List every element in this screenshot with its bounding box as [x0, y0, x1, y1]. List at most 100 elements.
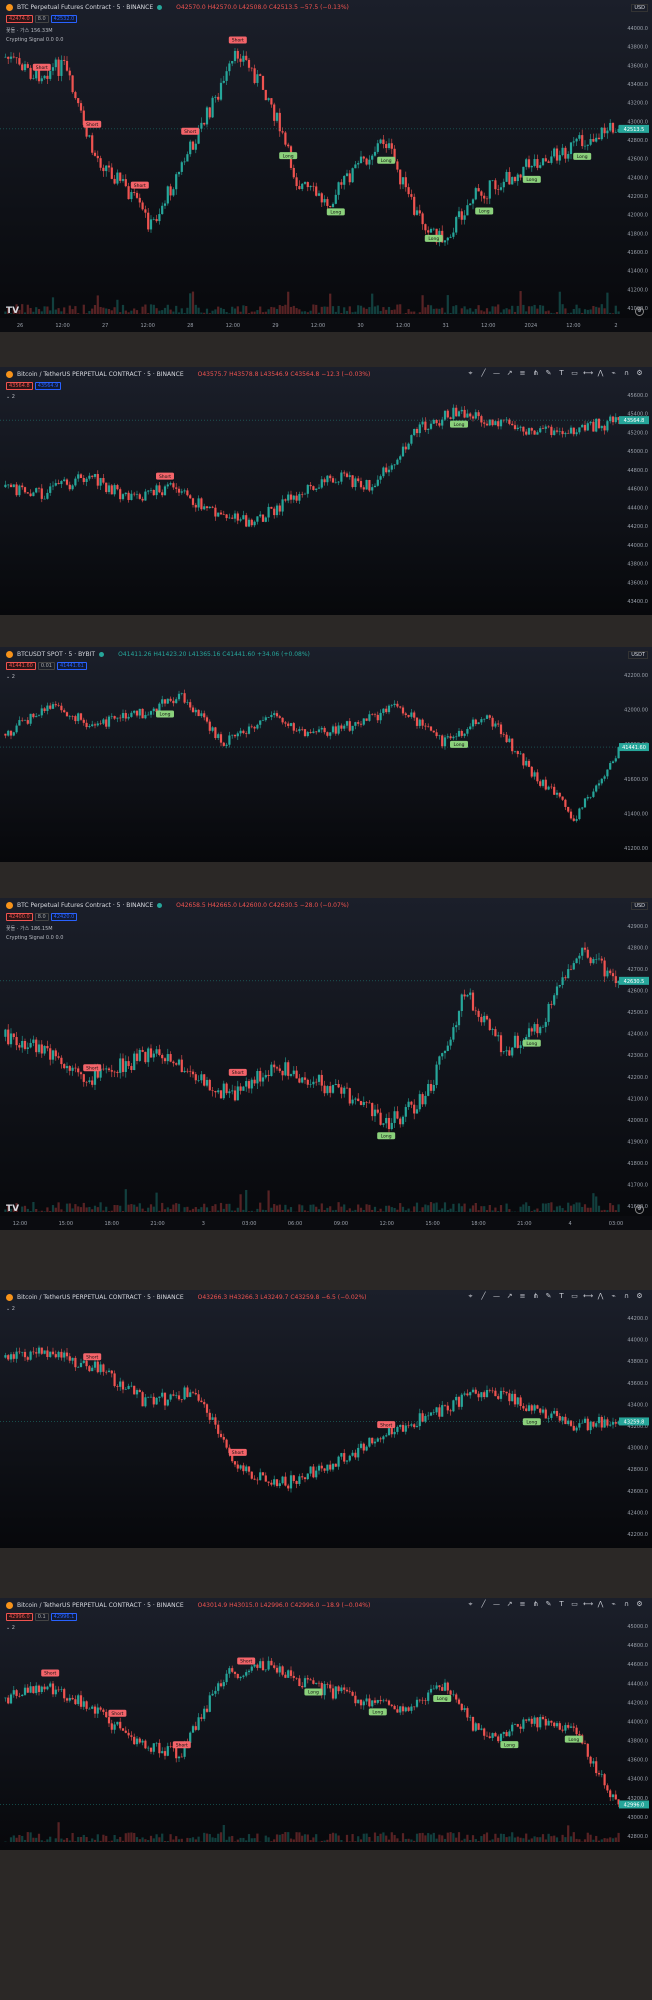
rectangle-icon[interactable]: ▭: [570, 1600, 579, 1609]
indicator-volume[interactable]: 꽃돌 · 가스 186.15M: [6, 925, 53, 932]
horizontal-line-icon[interactable]: —: [492, 1292, 501, 1301]
chart-panel-4[interactable]: 42900.0 42800.0 42700.0 42600.0 42500.0 42400…: [0, 898, 652, 1230]
buy-button[interactable]: 42532.0: [50, 15, 78, 23]
gear-icon[interactable]: ⚙: [635, 369, 644, 378]
horizontal-line-icon[interactable]: —: [492, 369, 501, 378]
symbol-title[interactable]: BTC Perpetual Futures Contract · 5 · BIN…: [17, 902, 153, 909]
pitchfork-icon[interactable]: ⋔: [531, 1600, 540, 1609]
magnet-icon[interactable]: ∩: [622, 1600, 631, 1609]
candle: [385, 1435, 388, 1437]
chart-settings-icon[interactable]: ⚙: [635, 1205, 644, 1214]
text-icon[interactable]: T: [557, 1600, 566, 1609]
candle: [124, 1389, 127, 1390]
symbol-title[interactable]: Bitcoin / TetherUS PERPETUAL CONTRACT · …: [17, 1602, 184, 1609]
ray-icon[interactable]: ↗: [505, 1600, 514, 1609]
text-icon[interactable]: T: [557, 1292, 566, 1301]
indicator-toggle[interactable]: ⌄ 2: [6, 1625, 15, 1631]
trendline-icon[interactable]: ╱: [479, 1292, 488, 1301]
gear-icon[interactable]: ⚙: [635, 1600, 644, 1609]
chart-panel-1[interactable]: 44000.0 43800.0 43600.0 43400.0 43200.0 43000…: [0, 0, 652, 332]
buy-button[interactable]: 42996.1: [50, 1613, 78, 1621]
indicator-toggle[interactable]: ⌄ 2: [6, 394, 15, 400]
indicator-crypting-signal[interactable]: Crypting Signal 0.0 0.0: [6, 935, 63, 941]
buy-button[interactable]: 43564.9: [34, 382, 62, 390]
pitchfork-icon[interactable]: ⋔: [531, 369, 540, 378]
symbol-title[interactable]: Bitcoin / TetherUS PERPETUAL CONTRACT · …: [17, 1294, 184, 1301]
candle: [250, 67, 253, 69]
candle: [102, 478, 105, 483]
candle: [43, 75, 46, 79]
candle: [597, 958, 601, 960]
candlestick-chart[interactable]: 42200.0042000.0041800.0041600.0041400.00…: [0, 647, 652, 862]
candle: [222, 1682, 225, 1687]
sell-button[interactable]: 43564.8: [6, 382, 33, 390]
symbol-title[interactable]: Bitcoin / TetherUS PERPETUAL CONTRACT · …: [17, 371, 184, 378]
rectangle-icon[interactable]: ▭: [570, 369, 579, 378]
chart-settings-icon[interactable]: ⚙: [635, 307, 644, 316]
currency-badge[interactable]: USD: [631, 902, 648, 910]
pattern-icon[interactable]: ⋀: [596, 1600, 605, 1609]
forecast-icon[interactable]: ⌁: [609, 369, 618, 378]
magnet-icon[interactable]: ∩: [622, 1292, 631, 1301]
candle: [21, 1351, 24, 1353]
chart-panel-2[interactable]: 45600.0 45400.0 45200.0 45000.0 44800.0 44600…: [0, 367, 652, 615]
chart-panel-5[interactable]: 44200.0 44000.0 43800.0 43600.0 43400.0 43200…: [0, 1290, 652, 1548]
measure-icon[interactable]: ⟷: [583, 1292, 593, 1301]
sell-button[interactable]: 41441.60: [6, 662, 36, 670]
cursor-icon[interactable]: ⌖: [466, 1600, 475, 1609]
candle: [516, 174, 519, 182]
currency-badge[interactable]: USD: [631, 4, 648, 12]
gear-icon[interactable]: ⚙: [635, 1292, 644, 1301]
indicator-crypting-signal[interactable]: Crypting Signal 0.0 0.0: [6, 37, 63, 43]
cursor-icon[interactable]: ⌖: [466, 1292, 475, 1301]
indicator-volume[interactable]: 꽃돌 · 가스 156.33M: [6, 27, 53, 34]
pattern-icon[interactable]: ⋀: [596, 1292, 605, 1301]
brush-icon[interactable]: ✎: [544, 1292, 553, 1301]
magnet-icon[interactable]: ∩: [622, 369, 631, 378]
pattern-icon[interactable]: ⋀: [596, 369, 605, 378]
buy-button[interactable]: 41441.61: [57, 662, 87, 670]
cursor-icon[interactable]: ⌖: [466, 369, 475, 378]
candle: [572, 963, 575, 970]
indicator-toggle[interactable]: ⌄ 2: [6, 1306, 15, 1312]
sell-button[interactable]: 42400.0: [6, 913, 33, 921]
ray-icon[interactable]: ↗: [505, 1292, 514, 1301]
candlestick-chart[interactable]: 44200.044000.043800.043600.043400.043200…: [0, 1290, 652, 1548]
ray-icon[interactable]: ↗: [505, 369, 514, 378]
trendline-icon[interactable]: ╱: [479, 369, 488, 378]
text-icon[interactable]: T: [557, 369, 566, 378]
measure-icon[interactable]: ⟷: [583, 369, 593, 378]
price-axis-label: 42400.0: [627, 1032, 648, 1038]
candle: [200, 122, 203, 129]
pitchfork-icon[interactable]: ⋔: [531, 1292, 540, 1301]
indicator-toggle[interactable]: ⌄ 2: [6, 674, 15, 680]
candle: [177, 171, 181, 175]
candle: [315, 1682, 318, 1684]
candlestick-chart[interactable]: 42900.042800.042700.042600.042500.042400…: [0, 898, 652, 1230]
chart-panel-6[interactable]: 45000.0 44800.0 44600.0 44400.0 44200.0 44000…: [0, 1598, 652, 1850]
forecast-icon[interactable]: ⌁: [609, 1600, 618, 1609]
currency-badge[interactable]: USDT: [628, 651, 648, 659]
brush-icon[interactable]: ✎: [544, 1600, 553, 1609]
forecast-icon[interactable]: ⌁: [609, 1292, 618, 1301]
volume-bar: [477, 1210, 480, 1212]
symbol-title[interactable]: BTCUSDT SPOT · 5 · BYBIT: [17, 651, 95, 658]
fib-icon[interactable]: ≡: [518, 1292, 527, 1301]
sell-button[interactable]: 42996.0: [6, 1613, 33, 1621]
measure-icon[interactable]: ⟷: [583, 1600, 593, 1609]
candle: [93, 724, 97, 726]
candlestick-chart[interactable]: 45000.044800.044600.044400.044200.044000…: [0, 1598, 652, 1850]
chart-panel-3[interactable]: 42200.0042000.0041800.0041600.0041400.00…: [0, 647, 652, 862]
fib-icon[interactable]: ≡: [518, 1600, 527, 1609]
fib-icon[interactable]: ≡: [518, 369, 527, 378]
candlestick-chart[interactable]: 45600.045400.045200.045000.044800.044600…: [0, 367, 652, 615]
candlestick-chart[interactable]: 44000.043800.043600.043400.043200.043000…: [0, 0, 652, 332]
sell-button[interactable]: 42474.0: [6, 15, 33, 23]
buy-button[interactable]: 42420.0: [50, 913, 78, 921]
trendline-icon[interactable]: ╱: [479, 1600, 488, 1609]
horizontal-line-icon[interactable]: —: [492, 1600, 501, 1609]
brush-icon[interactable]: ✎: [544, 369, 553, 378]
rectangle-icon[interactable]: ▭: [570, 1292, 579, 1301]
candle: [138, 1390, 141, 1393]
symbol-title[interactable]: BTC Perpetual Futures Contract · 5 · BIN…: [17, 4, 153, 11]
